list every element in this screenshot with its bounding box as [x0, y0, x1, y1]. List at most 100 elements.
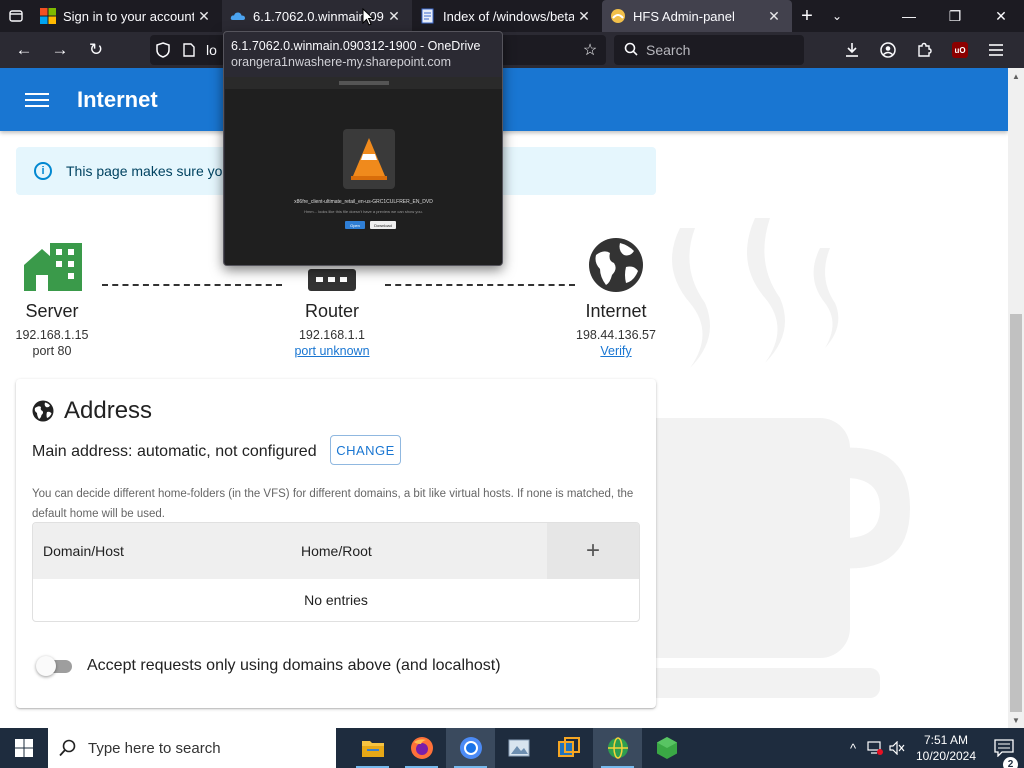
- taskbar-search-placeholder: Type here to search: [88, 739, 221, 757]
- internet-ip: 198.44.136.57: [576, 328, 656, 342]
- preview-download-button: Download: [370, 221, 396, 229]
- firefox-icon: [410, 737, 433, 759]
- preview-title: 6.1.7062.0.winmain.090312-1900 - OneDriv…: [231, 39, 481, 53]
- preview-thumbnail: x86fre_client-ultimate_retail_en-us-GRC1…: [225, 77, 502, 265]
- bookmark-star-icon[interactable]: ☆: [574, 40, 606, 60]
- page-icon[interactable]: [176, 43, 202, 57]
- hamburger-menu-icon: [989, 44, 1003, 56]
- extensions-button[interactable]: [906, 34, 942, 66]
- network-app[interactable]: [593, 728, 642, 768]
- server-node: Server 192.168.1.15 port 80: [0, 233, 122, 358]
- downloads-button[interactable]: [834, 34, 870, 66]
- column-header-home[interactable]: Home/Root: [301, 543, 372, 559]
- close-icon[interactable]: ✕: [194, 8, 214, 25]
- change-button[interactable]: CHANGE: [330, 435, 401, 465]
- scroll-down-icon[interactable]: ▼: [1008, 712, 1024, 728]
- download-icon: [846, 43, 858, 57]
- tab-sign-in[interactable]: Sign in to your account ✕: [32, 0, 222, 32]
- restore-button[interactable]: ❐: [932, 0, 978, 32]
- clock-date: 10/20/2024: [915, 749, 977, 763]
- address-card: Address Main address: automatic, not con…: [16, 379, 656, 708]
- tab-title: Index of /windows/beta/: [443, 8, 574, 24]
- tab-onedrive[interactable]: 6.1.7062.0.winmain.0903 ✕: [222, 0, 412, 32]
- address-title: Address: [64, 397, 153, 424]
- table-empty-message: No entries: [304, 592, 368, 608]
- close-icon[interactable]: ✕: [574, 8, 594, 25]
- chevron-up-icon[interactable]: ^: [842, 728, 864, 768]
- photos-app[interactable]: [495, 728, 544, 768]
- tab-index-windows-beta[interactable]: Index of /windows/beta/ ✕: [412, 0, 602, 32]
- column-header-domain[interactable]: Domain/Host: [43, 543, 124, 559]
- network-icon[interactable]: [864, 728, 886, 768]
- photos-icon: [508, 739, 529, 757]
- reload-button[interactable]: ↻: [78, 34, 114, 66]
- microsoft-icon: [40, 8, 56, 24]
- router-ip: 192.168.1.1: [298, 328, 366, 342]
- reload-icon: ↻: [88, 40, 104, 59]
- globe-icon: [546, 233, 686, 293]
- globe-icon: [32, 400, 54, 422]
- taskbar-search-box[interactable]: Type here to search: [48, 728, 336, 768]
- domains-table: Domain/Host Home/Root + No entries: [32, 522, 640, 622]
- menu-button[interactable]: [978, 34, 1014, 66]
- system-tray: ^ 7:51 AM 10/20/2024 2: [842, 728, 1024, 768]
- router-port-link[interactable]: port unknown: [262, 344, 402, 358]
- virtual-machine-app[interactable]: [544, 728, 593, 768]
- domain-restriction-switch[interactable]: [36, 655, 74, 677]
- hfs-icon: [610, 8, 626, 24]
- browser-tab-strip: Sign in to your account ✕ 6.1.7062.0.win…: [0, 0, 1024, 32]
- file-explorer-app[interactable]: [348, 728, 397, 768]
- page-title: Internet: [77, 86, 158, 112]
- page-viewport: Internet i This page makes sure you Serv…: [0, 68, 1008, 728]
- virtual-hosts-note: You can decide different home-folders (i…: [32, 488, 634, 520]
- list-all-tabs-button[interactable]: ⌄: [822, 0, 852, 32]
- close-icon[interactable]: ✕: [384, 8, 404, 25]
- taskbar-clock[interactable]: 7:51 AM 10/20/2024: [908, 732, 984, 764]
- firefox-view-icon: [9, 10, 23, 22]
- window-close-button[interactable]: ✕: [978, 0, 1024, 32]
- main-address-text: Main address: automatic, not configured: [32, 443, 317, 460]
- verify-link[interactable]: Verify: [546, 344, 686, 358]
- notification-count-badge: 2: [1003, 757, 1018, 768]
- web-search-field[interactable]: Search: [614, 35, 804, 65]
- forward-button[interactable]: →: [42, 34, 78, 66]
- firefox-view-button[interactable]: [0, 0, 32, 32]
- preview-subtext: Hmm... looks like this file doesn't have…: [304, 209, 423, 214]
- tab-title: Sign in to your account: [63, 8, 194, 24]
- hex-app[interactable]: [642, 728, 691, 768]
- scroll-up-icon[interactable]: ▲: [1008, 68, 1024, 84]
- minimize-icon: —: [902, 8, 916, 24]
- chrome-app[interactable]: [446, 728, 495, 768]
- menu-icon[interactable]: [25, 91, 49, 109]
- close-icon[interactable]: ✕: [764, 8, 784, 25]
- server-building-icon: [0, 233, 122, 293]
- table-header: Domain/Host Home/Root +: [33, 523, 639, 579]
- switch-label: Accept requests only using domains above…: [87, 657, 501, 674]
- server-label: Server: [25, 301, 79, 321]
- info-icon: i: [34, 162, 52, 180]
- firefox-app[interactable]: [397, 728, 446, 768]
- server-port: port 80: [32, 344, 72, 358]
- action-center-button[interactable]: 2: [984, 739, 1024, 768]
- add-entry-button[interactable]: +: [547, 523, 639, 579]
- new-tab-button[interactable]: +: [792, 0, 822, 32]
- alert-text: This page makes sure you: [66, 163, 231, 179]
- back-button[interactable]: ←: [6, 34, 42, 66]
- plus-icon: +: [801, 4, 813, 27]
- clock-time: 7:51 AM: [923, 733, 969, 747]
- shield-icon[interactable]: [150, 42, 176, 58]
- preview-file-name: x86fre_client-ultimate_retail_en-us-GRC1…: [294, 199, 433, 205]
- account-button[interactable]: [870, 34, 906, 66]
- preview-open-button: Open: [345, 221, 365, 229]
- arrow-right-icon: →: [51, 40, 69, 59]
- internet-node: Internet 198.44.136.57 Verify: [546, 233, 686, 358]
- app-bar: Internet: [0, 68, 1008, 131]
- ublock-origin-button[interactable]: uO: [942, 34, 978, 66]
- page-scrollbar[interactable]: ▲ ▼: [1008, 68, 1024, 728]
- tab-hfs-admin-panel[interactable]: HFS Admin-panel ✕: [602, 0, 792, 32]
- volume-muted-icon[interactable]: [886, 728, 908, 768]
- start-button[interactable]: [0, 728, 48, 768]
- puzzle-icon: [918, 42, 932, 57]
- minimize-button[interactable]: —: [886, 0, 932, 32]
- scroll-thumb[interactable]: [1010, 314, 1022, 712]
